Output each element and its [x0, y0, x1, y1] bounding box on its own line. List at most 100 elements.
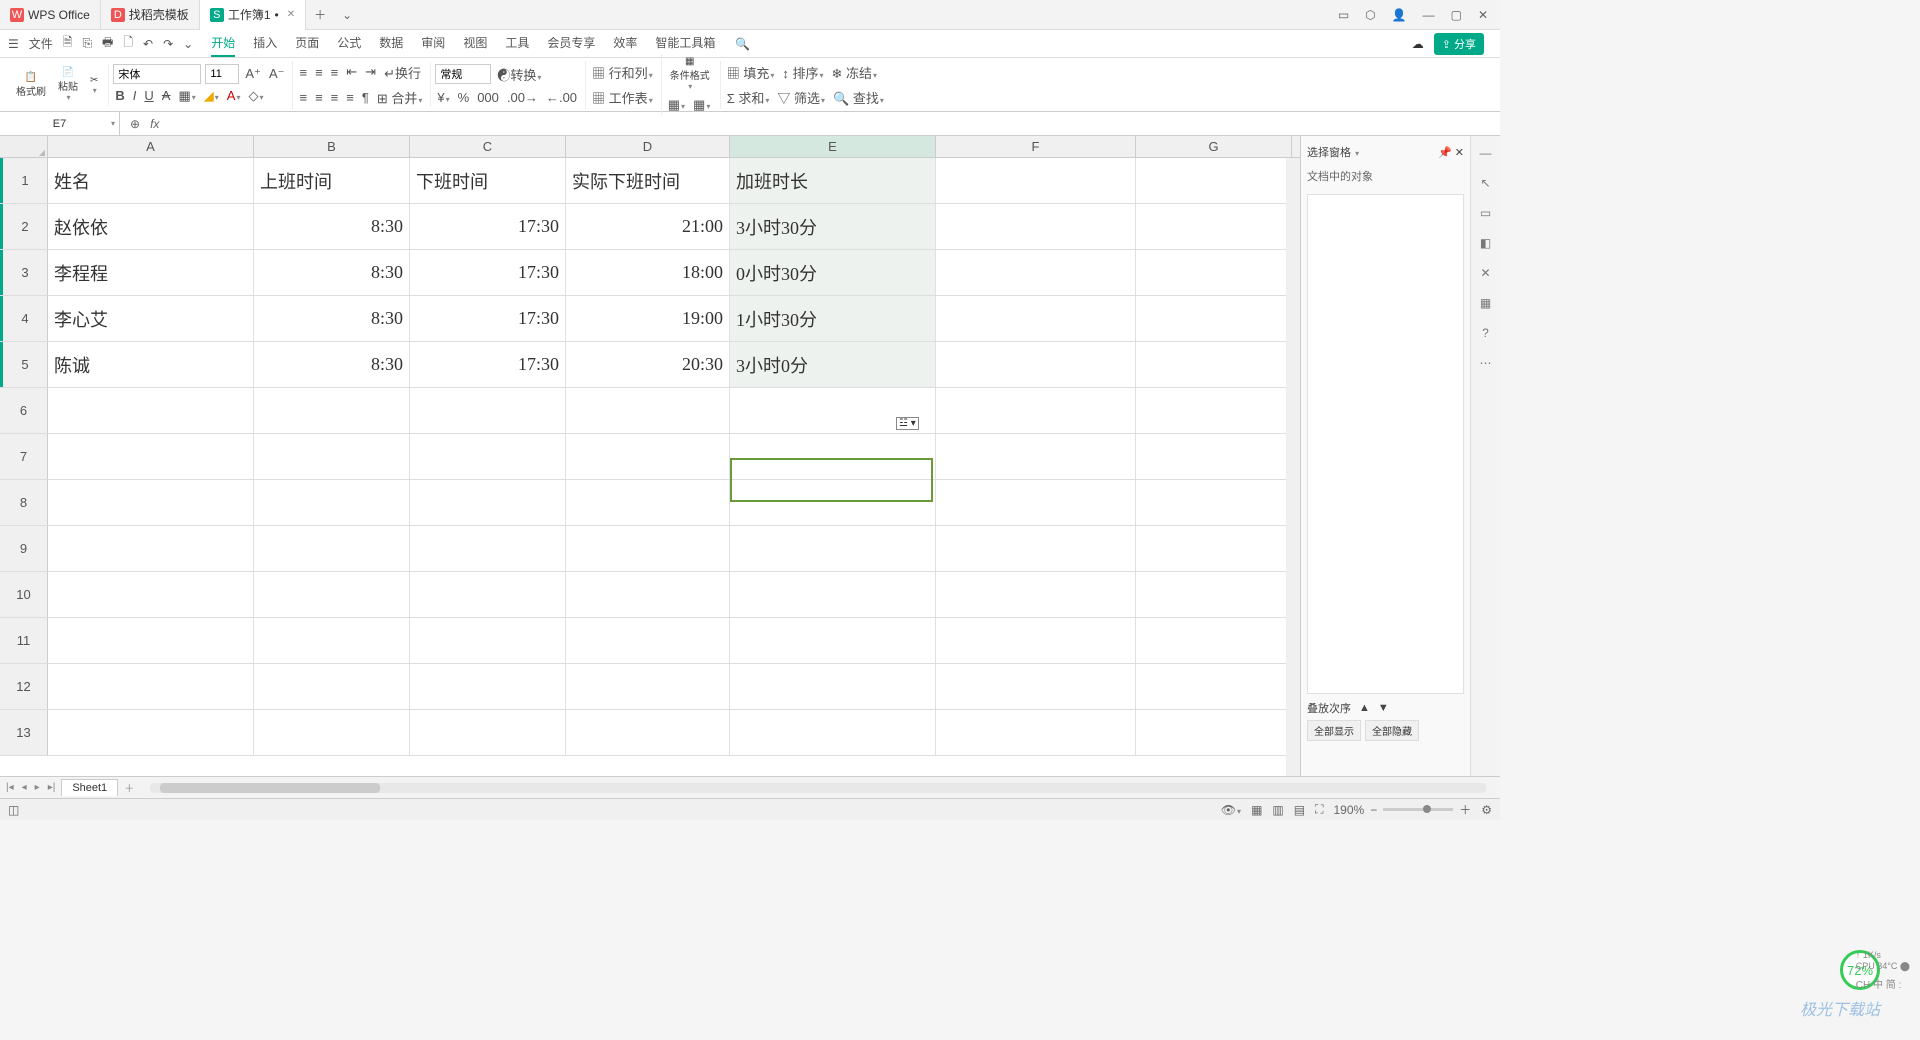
cell[interactable]	[936, 158, 1136, 203]
cell[interactable]	[936, 342, 1136, 387]
border-icon[interactable]: ▦▾	[176, 86, 197, 106]
cell[interactable]: 姓名	[48, 158, 254, 203]
cell[interactable]: 下班时间	[410, 158, 566, 203]
hide-all-button[interactable]: 全部隐藏	[1365, 720, 1419, 741]
cell[interactable]	[254, 710, 410, 755]
font-grow-icon[interactable]: A⁺	[243, 64, 263, 84]
cell[interactable]	[1136, 388, 1292, 433]
tab-add-button[interactable]: ＋	[306, 6, 334, 23]
comma-icon[interactable]: 000	[475, 88, 501, 107]
cell[interactable]: 李程程	[48, 250, 254, 295]
cell[interactable]	[730, 664, 936, 709]
dec-dec-icon[interactable]: ←.00	[544, 88, 579, 107]
tab-list-button[interactable]: ⌄	[334, 8, 360, 22]
panel-icon[interactable]: ▭	[1338, 8, 1349, 22]
sum-button[interactable]: Σ 求和▾	[725, 86, 772, 109]
dec-inc-icon[interactable]: .00→	[505, 88, 540, 107]
align-justify-icon[interactable]: ≡	[344, 88, 356, 107]
cell[interactable]: 0小时30分	[730, 250, 936, 295]
select-tool-icon[interactable]: ↖	[1480, 176, 1490, 190]
cell[interactable]	[936, 204, 1136, 249]
row-header[interactable]: 8	[0, 480, 48, 525]
grid-tool-icon[interactable]: ▦	[1480, 296, 1491, 310]
align-bot-icon[interactable]: ≡	[329, 63, 341, 82]
cell[interactable]: 21:00	[566, 204, 730, 249]
cell[interactable]: 上班时间	[254, 158, 410, 203]
zoom-in-icon[interactable]: ＋	[1459, 801, 1471, 818]
cell[interactable]	[1136, 710, 1292, 755]
cell[interactable]	[410, 526, 566, 571]
cut-button[interactable]: ✂▾	[86, 73, 102, 97]
cloud-icon[interactable]: ☁	[1412, 37, 1424, 51]
number-format-select[interactable]	[435, 64, 491, 84]
cube-icon[interactable]: ⬡	[1365, 8, 1375, 22]
settings-icon[interactable]: ⚙	[1481, 803, 1492, 817]
cell[interactable]	[1136, 158, 1292, 203]
close-icon[interactable]: ✕	[1478, 8, 1488, 22]
menu-tab[interactable]: 智能工具箱	[655, 30, 715, 57]
column-header[interactable]: E	[730, 136, 936, 157]
spreadsheet-grid[interactable]: ABCDEFG 1姓名上班时间下班时间实际下班时间加班时长2赵依依8:3017:…	[0, 136, 1300, 776]
cell[interactable]: 3小时30分	[730, 204, 936, 249]
cell[interactable]	[566, 480, 730, 525]
row-header[interactable]: 5	[0, 342, 48, 387]
cell[interactable]	[936, 388, 1136, 433]
status-stats-icon[interactable]: ◫	[8, 803, 19, 817]
vertical-scrollbar[interactable]	[1286, 158, 1300, 776]
cell[interactable]	[1136, 434, 1292, 479]
align-right-icon[interactable]: ≡	[329, 88, 341, 107]
currency-icon[interactable]: ¥▾	[435, 88, 451, 107]
cell[interactable]	[1136, 572, 1292, 617]
cell[interactable]: 18:00	[566, 250, 730, 295]
share-button[interactable]: ⇪ 分享	[1434, 33, 1484, 55]
window-tab[interactable]: WWPS Office	[0, 0, 101, 30]
cell[interactable]	[1136, 526, 1292, 571]
rtl-icon[interactable]: ¶	[360, 88, 371, 107]
font-color-icon[interactable]: A▾	[225, 86, 243, 105]
cell[interactable]	[48, 480, 254, 525]
row-header[interactable]: 6	[0, 388, 48, 433]
row-header[interactable]: 13	[0, 710, 48, 755]
fill-button[interactable]: ▦ 填充▾	[725, 61, 777, 84]
sheet-add-icon[interactable]: ＋	[122, 780, 136, 795]
table-style-icon[interactable]: ▦▾	[691, 95, 712, 115]
cell[interactable]	[48, 388, 254, 433]
cell[interactable]: 赵依依	[48, 204, 254, 249]
cell[interactable]: 实际下班时间	[566, 158, 730, 203]
cell[interactable]	[566, 434, 730, 479]
convert-button[interactable]: ☯转换▾	[495, 63, 543, 86]
cell[interactable]	[48, 434, 254, 479]
cell[interactable]	[730, 526, 936, 571]
expand-fx-icon[interactable]: ⊕	[130, 117, 140, 131]
bold-icon[interactable]: B	[113, 86, 126, 105]
cell[interactable]	[254, 618, 410, 663]
cell[interactable]	[566, 572, 730, 617]
menu-tab[interactable]: 工具	[505, 30, 529, 57]
menu-tab[interactable]: 页面	[295, 30, 319, 57]
undo-icon[interactable]: ↶	[143, 37, 153, 51]
layers-icon[interactable]: ◧	[1480, 236, 1491, 250]
cell[interactable]	[254, 572, 410, 617]
cell[interactable]	[730, 618, 936, 663]
view-page-icon[interactable]: ▥	[1272, 803, 1283, 817]
cell[interactable]: 17:30	[410, 250, 566, 295]
align-left-icon[interactable]: ≡	[297, 88, 309, 107]
cell[interactable]: 20:30	[566, 342, 730, 387]
cell[interactable]: 17:30	[410, 296, 566, 341]
cell[interactable]	[410, 434, 566, 479]
percent-icon[interactable]: %	[456, 88, 472, 107]
cell[interactable]: 17:30	[410, 342, 566, 387]
underline-icon[interactable]: U	[142, 86, 155, 105]
cell[interactable]: 17:30	[410, 204, 566, 249]
wrap-button[interactable]: ↵换行	[382, 61, 423, 84]
eye-icon[interactable]: 👁▾	[1221, 803, 1241, 817]
freeze-button[interactable]: ❄ 冻结▾	[830, 61, 880, 84]
indent-dec-icon[interactable]: ⇤	[344, 62, 359, 82]
select-all-corner[interactable]	[0, 136, 48, 157]
row-header[interactable]: 9	[0, 526, 48, 571]
file-menu[interactable]: 文件	[29, 35, 53, 52]
row-col-button[interactable]: ▦ 行和列▾	[590, 61, 655, 84]
font-shrink-icon[interactable]: A⁻	[267, 64, 287, 84]
font-name-select[interactable]	[113, 64, 201, 84]
chevron-down-icon[interactable]: ⌄	[183, 37, 193, 51]
